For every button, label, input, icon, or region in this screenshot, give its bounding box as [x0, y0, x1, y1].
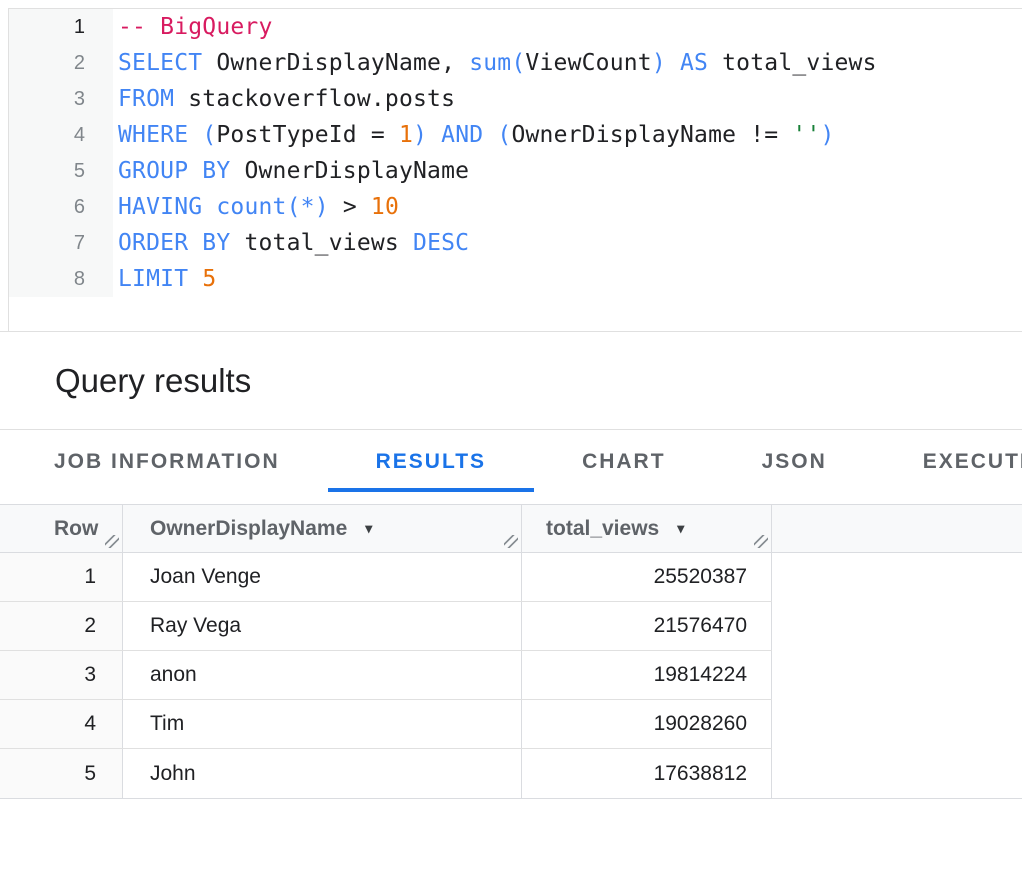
column-header-row[interactable]: Row	[0, 505, 123, 552]
line-number: 3	[9, 81, 85, 117]
code-line[interactable]: FROM stackoverflow.posts	[118, 81, 1022, 117]
tab-chart[interactable]: CHART	[534, 431, 714, 492]
code-token: (	[202, 122, 216, 148]
code-token: )	[821, 122, 835, 148]
code-token: )	[413, 122, 427, 148]
total-views-cell[interactable]: 25520387	[522, 553, 772, 601]
code-token: (	[511, 50, 525, 76]
line-number-gutter: 12345678	[9, 9, 113, 297]
code-token: 1	[399, 122, 413, 148]
code-token: LIMIT	[118, 266, 188, 292]
row-number-cell[interactable]: 2	[0, 602, 123, 650]
code-token: WHERE	[118, 122, 188, 148]
line-number: 5	[9, 153, 85, 189]
owner-display-name-cell[interactable]: anon	[123, 651, 522, 699]
sort-arrow-icon[interactable]: ▾	[365, 520, 372, 537]
column-header-label: Row	[54, 517, 98, 541]
line-number: 7	[9, 225, 85, 261]
column-header-ownerdisplayname[interactable]: OwnerDisplayName ▾	[123, 505, 522, 552]
code-token: GROUP BY	[118, 158, 230, 184]
table-bottom-border	[0, 798, 1022, 799]
column-header-label: OwnerDisplayName	[150, 517, 347, 541]
code-token: FROM	[118, 86, 174, 112]
table-row[interactable]: 2Ray Vega21576470	[0, 602, 772, 651]
results-tabbar: JOB INFORMATIONRESULTSCHARTJSONEXECUTION…	[0, 431, 1022, 492]
code-token	[188, 266, 202, 292]
code-line[interactable]: LIMIT 5	[118, 261, 1022, 297]
code-token: ViewCount	[525, 50, 651, 76]
column-resize-handle-icon[interactable]	[754, 535, 768, 548]
table-row[interactable]: 3anon19814224	[0, 651, 772, 700]
results-table-header: Row OwnerDisplayName ▾ total_views ▾	[0, 504, 1022, 553]
code-token: 5	[202, 266, 216, 292]
table-header-filler	[772, 505, 1022, 552]
code-token: sum	[469, 50, 511, 76]
line-number: 1	[9, 9, 85, 45]
code-token: OwnerDisplayName,	[202, 50, 469, 76]
total-views-cell[interactable]: 19814224	[522, 651, 772, 699]
code-token: 10	[371, 194, 399, 220]
code-token: DESC	[413, 230, 469, 256]
code-token: OwnerDisplayName !=	[511, 122, 792, 148]
total-views-cell[interactable]: 17638812	[522, 749, 772, 798]
code-token: AS	[666, 50, 722, 76]
column-header-total-views[interactable]: total_views ▾	[522, 505, 772, 552]
code-line[interactable]: ORDER BY total_views DESC	[118, 225, 1022, 261]
column-resize-handle-icon[interactable]	[504, 535, 518, 548]
owner-display-name-cell[interactable]: Tim	[123, 700, 522, 748]
code-token: total_views	[230, 230, 413, 256]
column-header-label: total_views	[546, 517, 659, 541]
table-row[interactable]: 1Joan Venge25520387	[0, 553, 772, 602]
row-number-cell[interactable]: 4	[0, 700, 123, 748]
tab-results[interactable]: RESULTS	[328, 431, 534, 492]
code-token: total_views	[722, 50, 877, 76]
code-line[interactable]: SELECT OwnerDisplayName, sum(ViewCount) …	[118, 45, 1022, 81]
code-token: OwnerDisplayName	[230, 158, 469, 184]
code-line[interactable]: GROUP BY OwnerDisplayName	[118, 153, 1022, 189]
owner-display-name-cell[interactable]: John	[123, 749, 522, 798]
code-token	[202, 194, 216, 220]
line-number: 8	[9, 261, 85, 297]
tab-job-information[interactable]: JOB INFORMATION	[6, 431, 328, 492]
code-token: SELECT	[118, 50, 202, 76]
line-number: 2	[9, 45, 85, 81]
column-resize-handle-icon[interactable]	[105, 535, 119, 548]
sort-arrow-icon[interactable]: ▾	[677, 520, 684, 537]
total-views-cell[interactable]: 19028260	[522, 700, 772, 748]
tab-json[interactable]: JSON	[714, 431, 875, 492]
page-title: Query results	[55, 362, 251, 400]
code-token: stackoverflow.posts	[174, 86, 455, 112]
code-token: (*)	[287, 194, 329, 220]
code-token: ORDER BY	[118, 230, 230, 256]
owner-display-name-cell[interactable]: Ray Vega	[123, 602, 522, 650]
code-line[interactable]: -- BigQuery	[118, 9, 1022, 45]
row-number-cell[interactable]: 5	[0, 749, 123, 798]
code-token: count	[216, 194, 286, 220]
code-token: AND	[427, 122, 497, 148]
code-token: PostTypeId =	[216, 122, 399, 148]
code-token: HAVING	[118, 194, 202, 220]
table-row[interactable]: 4Tim19028260	[0, 700, 772, 749]
row-number-cell[interactable]: 3	[0, 651, 123, 699]
tab-execution-details[interactable]: EXECUTION DETAILS	[875, 431, 1022, 492]
table-row[interactable]: 5John17638812	[0, 749, 772, 798]
line-number: 6	[9, 189, 85, 225]
code-token: -- BigQuery	[118, 14, 273, 40]
results-table-body: 1Joan Venge255203872Ray Vega215764703ano…	[0, 553, 772, 798]
code-lines[interactable]: -- BigQuerySELECT OwnerDisplayName, sum(…	[118, 9, 1022, 297]
code-token	[188, 122, 202, 148]
code-token: ''	[792, 122, 820, 148]
line-number: 4	[9, 117, 85, 153]
total-views-cell[interactable]: 21576470	[522, 602, 772, 650]
code-line[interactable]: HAVING count(*) > 10	[118, 189, 1022, 225]
row-number-cell[interactable]: 1	[0, 553, 123, 601]
code-line[interactable]: WHERE (PostTypeId = 1) AND (OwnerDisplay…	[118, 117, 1022, 153]
owner-display-name-cell[interactable]: Joan Venge	[123, 553, 522, 601]
sql-editor[interactable]: 12345678 -- BigQuerySELECT OwnerDisplayN…	[8, 8, 1022, 331]
code-token: )	[652, 50, 666, 76]
code-token: >	[329, 194, 371, 220]
query-results-section: Query results	[0, 332, 1022, 430]
code-token: (	[497, 122, 511, 148]
